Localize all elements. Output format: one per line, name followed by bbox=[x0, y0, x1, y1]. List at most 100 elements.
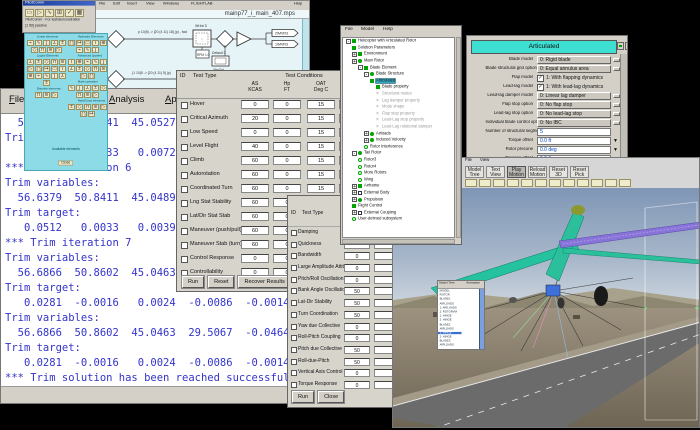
palette-element-button[interactable]: ⌁ bbox=[35, 73, 42, 79]
palette-element-button[interactable]: ⌇ bbox=[59, 66, 66, 72]
property-dropdown[interactable]: 0: No IBC bbox=[537, 119, 611, 127]
test-row-field[interactable]: 15 bbox=[307, 128, 335, 137]
palette-element-button[interactable]: ∿ bbox=[84, 47, 91, 53]
viewer-tree-item[interactable]: BLADE2 bbox=[438, 323, 462, 326]
test-row-checkbox[interactable] bbox=[181, 200, 188, 207]
palette-element-button[interactable]: ↦ bbox=[76, 40, 83, 46]
palette-element-button[interactable]: ⌁ bbox=[76, 47, 83, 53]
diagram-menu-help[interactable]: Help bbox=[294, 2, 302, 7]
property-dropdown[interactable]: 0: No lead-lag stop bbox=[537, 110, 611, 118]
palette-element-button[interactable]: Σ bbox=[84, 85, 91, 91]
handling-row-field[interactable]: 50 bbox=[344, 299, 370, 308]
palette-element-button[interactable]: ± bbox=[92, 85, 99, 91]
handling-row-checkbox[interactable] bbox=[291, 230, 297, 236]
handling-row-field[interactable]: 0 bbox=[344, 369, 370, 378]
apply-icon-button[interactable] bbox=[617, 42, 624, 50]
viewer-tree-item[interactable]: 2: HINGE bbox=[438, 336, 462, 339]
palette-element-button[interactable]: ∫ bbox=[76, 85, 83, 91]
model-editor-menu-file[interactable]: File bbox=[345, 27, 353, 35]
palette-element-button[interactable]: ◇ bbox=[100, 85, 107, 91]
property-combo[interactable]: 0.0 deg bbox=[537, 146, 611, 154]
collapse-icon[interactable]: - bbox=[352, 150, 357, 156]
tree-item[interactable]: + External Coupling bbox=[343, 209, 454, 216]
test-row-field[interactable]: 15 bbox=[307, 100, 335, 109]
palette-element-button[interactable]: ± bbox=[59, 40, 66, 46]
tree-item[interactable]: + Airframe bbox=[343, 183, 454, 190]
tree-item[interactable]: × Structural nodes bbox=[343, 91, 454, 98]
palette-element-button[interactable]: ▷ bbox=[92, 92, 99, 98]
viewer-tool-icon-button[interactable] bbox=[507, 179, 519, 187]
palette-element-button[interactable]: ⊓ bbox=[39, 47, 46, 53]
palette-element-button[interactable]: ⊕ bbox=[100, 40, 107, 46]
test-row-field[interactable]: 0 bbox=[241, 100, 269, 109]
tree-item[interactable]: Solution Parameters bbox=[343, 45, 454, 52]
palette-element-button[interactable]: ≋ bbox=[47, 47, 54, 53]
handling-row-field[interactable]: 0 bbox=[344, 334, 370, 343]
palette-element-button[interactable]: ▭ bbox=[51, 66, 58, 72]
mini-toolbar-button[interactable]: ▷ bbox=[35, 9, 44, 17]
mini-toolbar-button[interactable]: ▦ bbox=[75, 9, 84, 17]
viewer-tool-icon-button[interactable] bbox=[619, 179, 631, 187]
palette-element-button[interactable]: ≋ bbox=[43, 92, 50, 98]
test-row-field[interactable]: 15 bbox=[307, 170, 335, 179]
palette-element-button[interactable]: ∫ bbox=[51, 73, 58, 79]
handling-row-field[interactable]: 0 bbox=[344, 275, 370, 284]
test-row-field[interactable]: 0 bbox=[273, 100, 301, 109]
diagram-menu-flightlab[interactable]: FLIGHTLAB bbox=[191, 2, 213, 7]
reset-pick-button[interactable]: Reset Pick bbox=[570, 166, 589, 178]
test-row-field[interactable]: 0 bbox=[273, 114, 301, 123]
expand-icon[interactable]: + bbox=[364, 137, 369, 143]
mini-toolbar-button[interactable]: ∿ bbox=[45, 9, 54, 17]
viewer-tool-icon-button[interactable] bbox=[465, 179, 477, 187]
palette-element-button[interactable]: ∿ bbox=[92, 59, 99, 65]
recover-results-button[interactable]: Recover Results bbox=[237, 275, 292, 289]
test-row-checkbox[interactable] bbox=[181, 172, 188, 179]
tree-item[interactable]: × Lag damper property bbox=[343, 97, 454, 104]
palette-element-button[interactable]: ⊕ bbox=[27, 73, 34, 79]
handling-row-field[interactable]: 50 bbox=[344, 345, 370, 354]
tree-item[interactable]: Blade property bbox=[343, 84, 454, 91]
palette-element-button[interactable]: ◇ bbox=[43, 59, 50, 65]
mini-toolbar-button[interactable]: ✓ bbox=[65, 9, 74, 17]
expand-icon[interactable]: + bbox=[352, 210, 357, 216]
diagram-menu-file[interactable]: File bbox=[99, 2, 105, 7]
handling-row-checkbox[interactable] bbox=[291, 381, 297, 388]
property-dropdown[interactable]: 0: No flap stop bbox=[537, 101, 611, 109]
viewer-tool-icon-button[interactable] bbox=[521, 179, 533, 187]
palette-element-button[interactable]: ◇ bbox=[76, 104, 83, 110]
viewer-menu-view[interactable]: View bbox=[480, 158, 489, 164]
viewer-tab-animation[interactable]: Animation bbox=[465, 281, 480, 285]
test-row-field[interactable]: 0 bbox=[273, 156, 301, 165]
model-tree-vscrollbar[interactable] bbox=[456, 37, 461, 238]
test-row-field[interactable]: 60 bbox=[241, 184, 269, 193]
palette-element-button[interactable]: ⌇ bbox=[68, 59, 75, 65]
diagram-menu-edit[interactable]: Edit bbox=[113, 2, 120, 7]
palette-element-button[interactable]: ↦ bbox=[43, 66, 50, 72]
reset-button[interactable]: Reset bbox=[207, 275, 236, 289]
test-row-field[interactable]: 60 bbox=[241, 212, 269, 221]
tree-item[interactable]: × Flap stop property bbox=[343, 111, 454, 118]
palette-element-button[interactable]: ≋ bbox=[100, 66, 107, 72]
palette-element-button[interactable]: ▷ bbox=[27, 66, 34, 72]
viewer-tab-model-tree[interactable]: Model Tree bbox=[438, 281, 455, 285]
palette-element-button[interactable]: ∿ bbox=[68, 85, 75, 91]
tree-item[interactable]: Rotor4 bbox=[343, 163, 454, 170]
palette-element-button[interactable]: ⊕ bbox=[76, 59, 83, 65]
handling-row-checkbox[interactable] bbox=[291, 276, 297, 283]
test-row-checkbox[interactable] bbox=[181, 116, 188, 123]
palette-element-button[interactable]: ▷ bbox=[100, 104, 107, 110]
viewer-panel-scrollbar[interactable] bbox=[479, 289, 484, 349]
tree-item[interactable]: × Lead-Lag stop property bbox=[343, 117, 454, 124]
handling-row-field[interactable]: 50 bbox=[344, 287, 370, 296]
palette-element-button[interactable]: ± bbox=[76, 66, 83, 72]
palette-element-button[interactable]: ◇ bbox=[31, 47, 38, 53]
viewer-tree-item[interactable]: 2: HINGE bbox=[438, 319, 462, 322]
test-row-field[interactable]: 60 bbox=[241, 226, 269, 235]
handling-row-checkbox[interactable] bbox=[291, 346, 297, 353]
palette-element-button[interactable]: ⌁ bbox=[27, 40, 34, 46]
test-row-field[interactable]: 15 bbox=[307, 142, 335, 151]
viewer-tree-item[interactable]: AIRLOADS bbox=[438, 302, 462, 305]
test-row-field[interactable]: 15 bbox=[307, 184, 335, 193]
handling-row-checkbox[interactable] bbox=[291, 335, 297, 342]
mini-toolbar-button[interactable]: ▭ bbox=[25, 9, 34, 17]
